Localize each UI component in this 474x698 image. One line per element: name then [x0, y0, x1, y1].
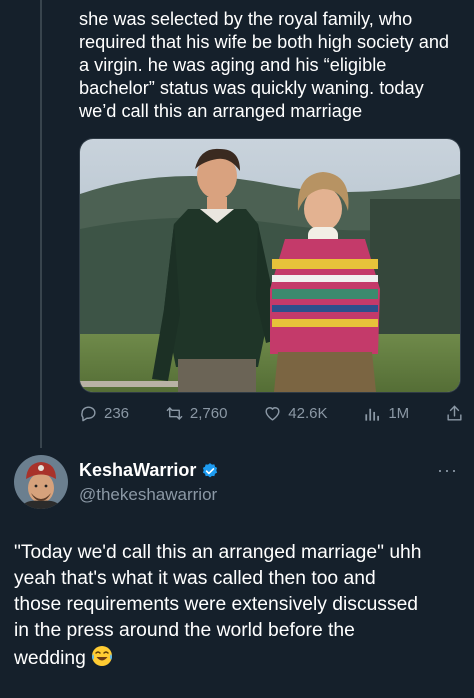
reply-icon: [81, 405, 96, 421]
views-button[interactable]: 1M: [363, 404, 409, 423]
avatar[interactable]: [14, 455, 68, 509]
retweet-count: 2,760: [189, 404, 228, 422]
retweet-button[interactable]: 2,760: [165, 404, 228, 423]
retweet-icon: [166, 406, 183, 420]
tweet2-text: "Today we'd call this an arranged marria…: [14, 542, 422, 669]
display-name[interactable]: KeshaWarrior: [79, 460, 196, 481]
tweet2-text-block: "Today we'd call this an arranged marria…: [14, 540, 464, 672]
tweet1-text: she was selected by the royal family, wh…: [79, 9, 450, 121]
like-button[interactable]: 42.6K: [263, 404, 327, 423]
verified-badge-icon: [203, 462, 218, 477]
face-with-tears-of-joy-icon: [91, 646, 112, 666]
author-handle[interactable]: @thekeshawarrior: [79, 485, 217, 505]
share-icon: [447, 405, 462, 421]
more-icon[interactable]: ···: [437, 460, 458, 481]
views-icon: [365, 408, 380, 421]
share-button[interactable]: [445, 404, 464, 423]
author-name-row: KeshaWarrior: [79, 460, 219, 481]
photo-illustration: [80, 139, 460, 392]
like-icon: [265, 406, 280, 421]
thread-line: [40, 0, 42, 448]
avatar-image: [14, 455, 68, 509]
like-count: 42.6K: [288, 404, 328, 422]
reply-button[interactable]: 236: [79, 404, 129, 423]
reply-count: 236: [104, 404, 130, 422]
tweet-action-bar: 236 2,760 42.6K 1M: [79, 400, 464, 426]
tweet-photo[interactable]: [79, 138, 461, 393]
views-count: 1M: [388, 404, 410, 422]
